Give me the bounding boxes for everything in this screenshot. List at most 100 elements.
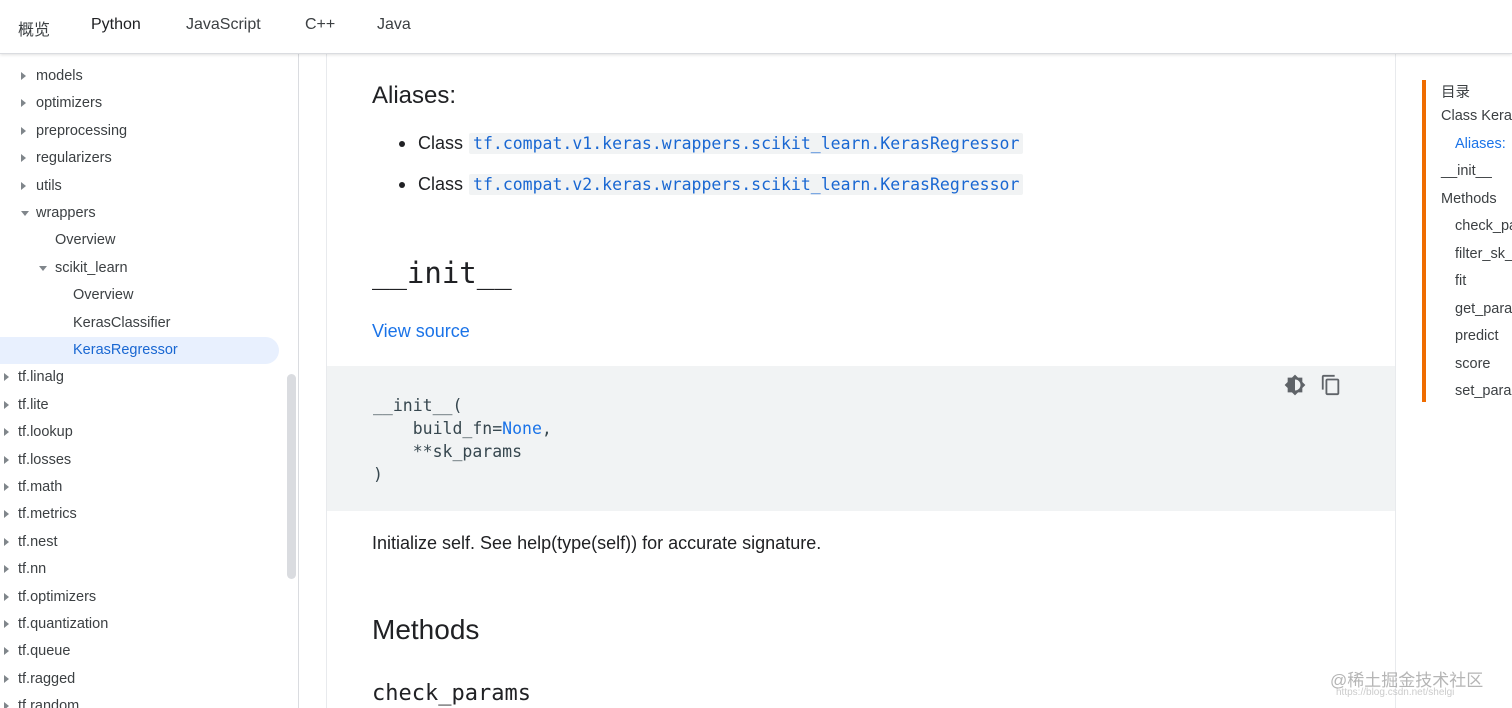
main-content: Aliases: Class tf.compat.v1.keras.wrapper… xyxy=(326,54,1396,708)
caret-right-icon[interactable] xyxy=(4,400,9,409)
caret-right-icon[interactable] xyxy=(4,647,9,656)
sidebar-item-label: tf.metrics xyxy=(18,506,77,523)
sidebar-item-label: models xyxy=(36,68,83,84)
tab-java[interactable]: Java xyxy=(377,16,411,34)
methods-heading: Methods xyxy=(372,614,480,645)
caret-right-icon[interactable] xyxy=(4,702,9,708)
table-of-contents: 目录 Class Kera Aliases: __init__ Methods check… xyxy=(1422,80,1512,402)
toc-item[interactable]: Aliases: xyxy=(1455,136,1506,152)
sidebar-item[interactable]: utils xyxy=(0,173,286,200)
caret-right-icon[interactable] xyxy=(4,483,9,491)
sidebar-item[interactable]: tf.nest xyxy=(0,529,286,556)
sidebar-item[interactable]: wrappers xyxy=(0,200,286,227)
toc-item[interactable]: filter_sk_ xyxy=(1455,246,1512,262)
sidebar-item-label: tf.linalg xyxy=(18,369,64,386)
sidebar-item-label: Overview xyxy=(73,287,134,304)
sidebar-item[interactable]: tf.random xyxy=(0,693,286,708)
sidebar-item[interactable]: tf.losses xyxy=(0,447,286,474)
toc-item[interactable]: __init__ xyxy=(1441,163,1492,179)
sidebar-item[interactable]: tf.optimizers xyxy=(0,584,286,611)
check-params-heading: check_params xyxy=(372,681,531,706)
tab-overview[interactable]: 概览 xyxy=(18,16,50,40)
alias-item: Class tf.compat.v2.keras.wrappers.scikit_… xyxy=(398,174,1024,195)
sidebar-item[interactable]: tf.metrics xyxy=(0,501,286,528)
sidebar-item-label: utils xyxy=(36,177,62,194)
sidebar-item[interactable]: optimizers xyxy=(0,90,286,117)
code-line: ) xyxy=(373,465,383,484)
alias-prefix: Class xyxy=(418,133,464,153)
sidebar-item[interactable]: tf.ragged xyxy=(0,666,286,693)
caret-down-icon[interactable] xyxy=(21,211,29,216)
toc-item[interactable]: Class Kera xyxy=(1441,108,1512,124)
init-description: Initialize self. See help(type(self)) fo… xyxy=(372,533,822,553)
toc-item[interactable]: set_para xyxy=(1455,383,1511,399)
tab-python[interactable]: Python xyxy=(91,16,141,34)
toc-item[interactable]: score xyxy=(1455,356,1490,372)
watermark-url: https://blog.csdn.net/shelgi xyxy=(1336,687,1455,698)
sidebar-scrollbar[interactable] xyxy=(287,374,296,579)
sidebar-item[interactable]: models xyxy=(0,63,286,90)
caret-right-icon[interactable] xyxy=(4,592,9,601)
code-block: __init__( build_fn=None, **sk_params ) xyxy=(327,366,1395,511)
sidebar-item[interactable]: regularizers xyxy=(0,145,286,172)
init-heading: __init__ xyxy=(372,256,512,290)
caret-right-icon[interactable] xyxy=(4,373,9,382)
caret-right-icon[interactable] xyxy=(21,99,26,108)
caret-right-icon[interactable] xyxy=(4,565,9,574)
copy-icon[interactable] xyxy=(1320,374,1342,396)
code-keyword: None xyxy=(502,419,542,438)
caret-right-icon[interactable] xyxy=(4,674,9,683)
code-line: **sk_params xyxy=(373,442,523,461)
sidebar-item[interactable]: KerasRegressor xyxy=(0,337,279,364)
sidebar-item[interactable]: tf.lite xyxy=(0,392,286,419)
alias-link[interactable]: tf.compat.v1.keras.wrappers.scikit_learn… xyxy=(469,133,1024,154)
caret-right-icon[interactable] xyxy=(4,510,9,519)
sidebar-item-label: tf.losses xyxy=(18,451,72,468)
tab-cpp[interactable]: C++ xyxy=(305,16,335,34)
caret-right-icon[interactable] xyxy=(21,126,26,135)
sidebar-item-label: regularizers xyxy=(36,150,112,167)
sidebar-item[interactable]: preprocessing xyxy=(0,118,286,145)
sidebar-item[interactable]: KerasClassifier xyxy=(0,310,286,337)
sidebar-item[interactable]: tf.math xyxy=(0,474,286,501)
sidebar-item-label: tf.lookup xyxy=(18,424,73,441)
sidebar-item[interactable]: tf.quantization xyxy=(0,611,286,638)
sidebar-item[interactable]: tf.linalg xyxy=(0,364,286,391)
sidebar-item[interactable]: Overview xyxy=(0,282,286,309)
sidebar-item[interactable]: tf.queue xyxy=(0,638,286,665)
sidebar-item[interactable]: scikit_learn xyxy=(0,255,286,282)
alias-link[interactable]: tf.compat.v2.keras.wrappers.scikit_learn… xyxy=(469,174,1024,195)
code-text: __init__( build_fn=None, **sk_params ) xyxy=(373,394,552,486)
sidebar-item-label: Overview xyxy=(55,232,116,249)
sidebar-item-label: tf.quantization xyxy=(18,616,109,632)
caret-right-icon[interactable] xyxy=(21,72,26,80)
sidebar-item[interactable]: tf.nn xyxy=(0,556,286,583)
caret-right-icon[interactable] xyxy=(21,181,26,190)
toc-title: 目录 xyxy=(1441,85,1470,101)
caret-right-icon[interactable] xyxy=(4,455,9,464)
toc-item[interactable]: fit xyxy=(1455,273,1466,289)
toc-item[interactable]: Methods xyxy=(1441,191,1497,207)
sidebar-item-label: tf.nn xyxy=(18,561,47,578)
toc-item[interactable]: predict xyxy=(1455,328,1499,344)
caret-right-icon[interactable] xyxy=(4,537,9,546)
sidebar-item-label: tf.ragged xyxy=(18,670,76,687)
sidebar-item-label: tf.queue xyxy=(18,643,71,660)
caret-right-icon[interactable] xyxy=(4,620,9,628)
theme-toggle-icon[interactable] xyxy=(1284,374,1306,396)
tab-javascript[interactable]: JavaScript xyxy=(186,16,261,34)
toc-item[interactable]: check_pa xyxy=(1455,218,1512,234)
sidebar-item[interactable]: tf.lookup xyxy=(0,419,286,446)
toc-item[interactable]: get_para xyxy=(1455,301,1512,317)
caret-down-icon[interactable] xyxy=(39,265,47,271)
caret-right-icon[interactable] xyxy=(21,154,26,163)
code-punct: , xyxy=(541,419,552,438)
sidebar-item-label: tf.random xyxy=(18,698,80,708)
caret-right-icon[interactable] xyxy=(4,428,9,437)
view-source-link[interactable]: View source xyxy=(372,321,470,342)
sidebar-item-label: tf.math xyxy=(18,479,63,495)
sidebar-item-label: wrappers xyxy=(36,205,96,221)
code-line: __init__( xyxy=(373,396,463,415)
sidebar-item-label: tf.lite xyxy=(18,396,49,413)
sidebar-item[interactable]: Overview xyxy=(0,227,286,254)
